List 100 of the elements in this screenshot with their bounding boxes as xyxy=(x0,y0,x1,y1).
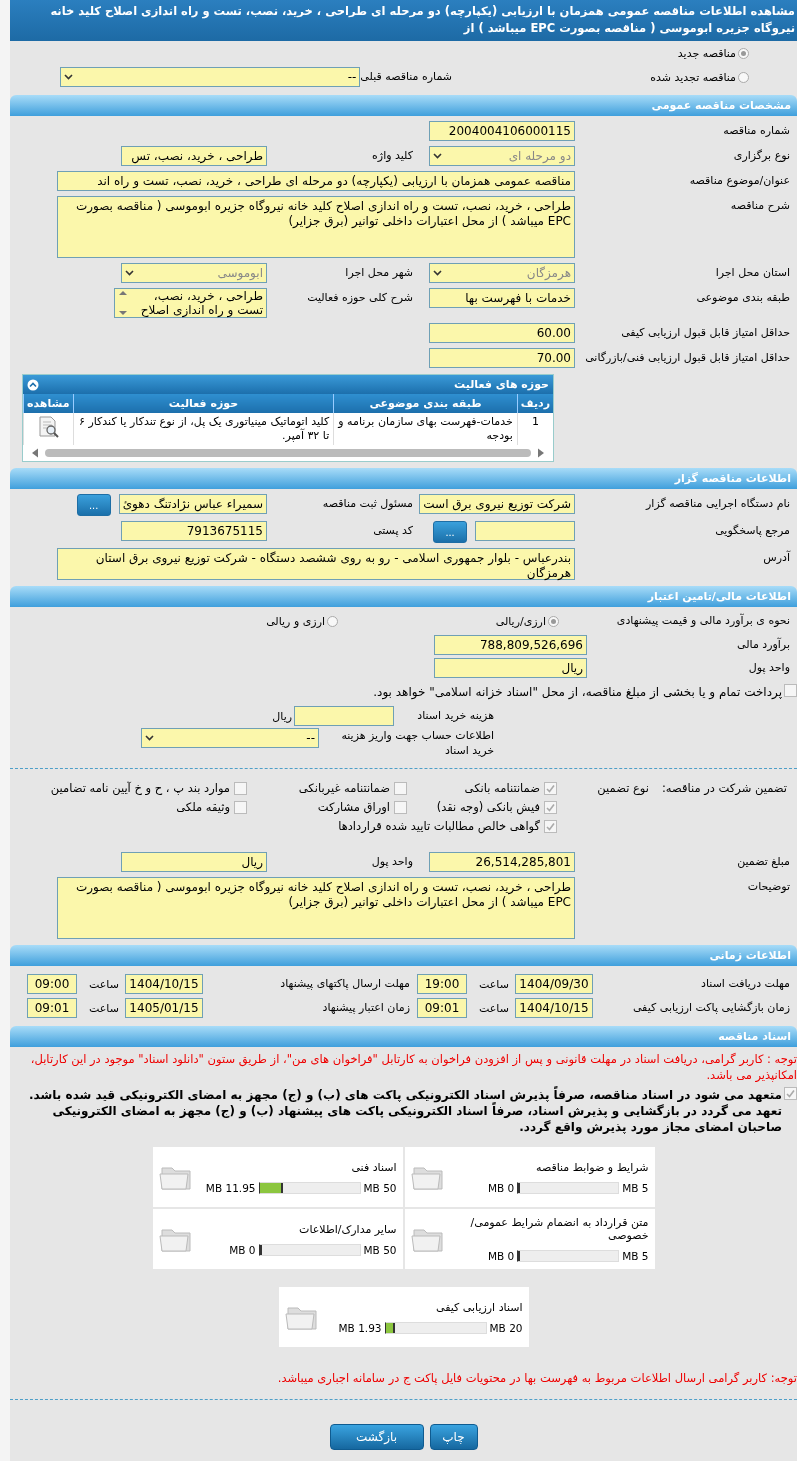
file-name: متن قرارداد به انضمام شرایط عمومی/خصوصی xyxy=(469,1216,649,1242)
radio-label: مناقصه جدید xyxy=(677,46,736,60)
field-label: اطلاعات حساب جهت واریز هزینه خرید اسناد xyxy=(340,728,495,758)
checkbox[interactable] xyxy=(544,781,557,795)
browse-button[interactable]: ... xyxy=(76,494,111,516)
action-button[interactable]: بازگشت xyxy=(329,1424,424,1450)
field-label: شرح کلی حوزه فعالیت xyxy=(306,290,414,306)
text-field[interactable]: 7913675115 xyxy=(121,521,267,541)
unit-label: ریال xyxy=(272,709,293,723)
text-field[interactable]: 2004004106000115 xyxy=(429,121,575,141)
panel-title: حوزه های فعالیت xyxy=(454,378,549,391)
field-label: عنوان/موضوع مناقصه xyxy=(688,173,791,189)
text-field[interactable]: طراحی ، خرید، نصب، تس xyxy=(121,146,267,166)
text-field[interactable] xyxy=(475,521,575,541)
section-header: مشخصات مناقصه عمومی xyxy=(10,95,797,116)
checkbox[interactable] xyxy=(234,800,247,814)
file-size-limit: 50 MB xyxy=(363,1181,397,1194)
field-label: کلید واژه xyxy=(371,148,414,164)
listbox-field[interactable]: طراحی ، خرید، نصب، تست و راه اندازی اصلاح xyxy=(114,288,267,318)
field-label: مسئول ثبت مناقصه xyxy=(321,496,414,512)
field-label: تضمین شرکت در مناقصه: xyxy=(660,781,787,795)
field-label: شماره مناقصه xyxy=(722,123,791,139)
chevron-down-icon xyxy=(145,735,154,741)
checkbox[interactable] xyxy=(784,1087,797,1100)
collapse-icon xyxy=(27,378,39,391)
text-field[interactable]: خدمات با فهرست بها xyxy=(429,288,575,308)
file-size-limit: 20 MB xyxy=(489,1321,523,1334)
field-label: شماره مناقصه قبلی xyxy=(360,69,453,85)
checkbox-label: ضمانتنامه غیربانکی xyxy=(298,781,390,795)
table-cell: کلید اتوماتیک مینیاتوری یک پل، از نوع تندکار یا کندکار ۶ تا ۳۲ آمپر. xyxy=(73,413,334,445)
time-field[interactable]: 19:00 xyxy=(417,974,467,994)
text-field[interactable]: 70.00 xyxy=(429,348,575,368)
field-label: مرجع پاسخگویی xyxy=(714,523,791,539)
field-label: نحوه ی برآورد مالی و قیمت پیشنهادی xyxy=(615,612,791,629)
column-header: طبقه بندی موضوعی xyxy=(333,394,518,413)
checkbox-label: پرداخت تمام و یا بخشی از مبلغ مناقصه، از محل "اسناد خزانه اسلامی" خواهد بود. xyxy=(373,684,782,700)
radio-label: ارزی/ریالی xyxy=(495,614,546,628)
text-field[interactable]: 60.00 xyxy=(429,323,575,343)
field-label: زمان اعتبار پیشنهاد xyxy=(321,1000,411,1016)
date-field[interactable]: 1404/10/15 xyxy=(124,974,203,994)
checkbox[interactable] xyxy=(784,684,797,697)
commitment-text: متعهد می شود در اسناد مناقصه، صرفاً پذیرش اسناد الکترونیکی پاکت های (ب) و (ج) مجهز به امضای الکترونیکی قید شده باشد. تعهد می گردد در بازگشایی و پذیرش اسناد، صرفاً اسناد الکترونیکی پاکت های پیشنهاد (ب) و (ج) مجهز به امضای الکترونیکی صاحبان امضای مجاز مورد پذیرش واقع گردد. xyxy=(28,1087,782,1135)
radio-button[interactable] xyxy=(548,615,559,627)
field-label: شرح مناقصه xyxy=(729,198,791,214)
text-field[interactable]: مناقصه عمومی همزمان با ارزیابی (یکپارچه) دو مرحله ای طراحی ، خرید، نصب، تست و راه اند xyxy=(57,171,575,191)
time-field[interactable]: 09:01 xyxy=(27,998,77,1018)
checkbox-label: فیش بانکی (وجه نقد) xyxy=(436,800,540,814)
date-field[interactable]: 1405/01/15 xyxy=(124,998,203,1018)
text-field[interactable]: 26,514,285,801 xyxy=(429,852,575,872)
checkbox[interactable] xyxy=(544,800,557,814)
radio-button[interactable] xyxy=(327,615,338,627)
radio-button[interactable] xyxy=(738,71,749,83)
checkbox-label: ضمانتنامه بانکی xyxy=(464,781,540,795)
file-size-limit: 5 MB xyxy=(622,1181,649,1194)
textarea-field[interactable]: طراحی ، خرید، نصب، تست و راه اندازی اصلاح کلید خانه نیروگاه جزیره ابوموسی ( مناقصه بصورت EPC میباشد ) از محل اعتبارات داخلی توانیر (برق جزایر) xyxy=(57,877,575,939)
chevron-down-icon xyxy=(125,270,134,276)
date-field[interactable]: 1404/09/30 xyxy=(514,974,593,994)
chevron-down-icon xyxy=(433,153,442,159)
column-header: ردیف xyxy=(517,394,553,413)
field-label: برآورد مالی xyxy=(736,636,791,653)
file-size-used: 1.93 MB xyxy=(338,1321,382,1334)
field-label: هزینه خرید اسناد xyxy=(416,708,495,724)
action-button[interactable]: چاپ xyxy=(429,1424,478,1450)
select-field[interactable]: -- xyxy=(60,67,361,87)
checkbox-label: اوراق مشارکت xyxy=(317,800,390,814)
field-label: حداقل امتیاز قابل قبول ارزیابی کیفی xyxy=(620,325,791,341)
field-label: کد پستی xyxy=(372,523,414,539)
textarea-field[interactable]: طراحی ، خرید، نصب، تست و راه اندازی اصلاح کلید خانه نیروگاه جزیره ابوموسی ( مناقصه بصورت EPC میباشد ) از محل اعتبارات داخلی توانیر (برق جزایر) xyxy=(57,196,575,258)
field-label: توضیحات xyxy=(746,879,791,895)
date-field[interactable]: 1404/10/15 xyxy=(514,998,593,1018)
section-header: اسناد مناقصه xyxy=(10,1026,797,1047)
scroll-arrows-icon xyxy=(118,289,128,317)
text-field[interactable]: شرکت توزیع نیروی برق است xyxy=(419,494,575,514)
text-field[interactable]: سمیراء عباس نژادتنگ دهوئ xyxy=(118,494,267,514)
field-label: نوع برگزاری xyxy=(732,148,791,164)
browse-button[interactable]: ... xyxy=(433,521,467,543)
file-name: سایر مدارک/اطلاعات xyxy=(298,1222,397,1236)
field-label: ساعت xyxy=(478,977,510,991)
time-field[interactable]: 09:01 xyxy=(417,998,467,1018)
radio-button[interactable] xyxy=(738,47,749,59)
text-field[interactable]: ریال xyxy=(434,658,587,678)
field-label: ساعت xyxy=(88,977,120,991)
text-field[interactable] xyxy=(294,706,394,726)
checkbox[interactable] xyxy=(234,781,247,795)
text-field[interactable]: ریال xyxy=(121,852,267,872)
field-label: حداقل امتیاز قابل قبول ارزیابی فنی/بازرگانی xyxy=(584,350,791,366)
checkbox[interactable] xyxy=(394,800,407,814)
checkbox[interactable] xyxy=(394,781,407,795)
checkbox[interactable] xyxy=(544,819,557,833)
notice-text: توجه : کاربر گرامی، دریافت اسناد در مهلت قانونی و پس از افزودن فراخوان به کارتابل "فراخوان های من"، از طریق ستون "دانلود اسناد" موجود در این کارتابل، امکانپذیر می باشد. xyxy=(29,1051,797,1083)
file-size-used: 11.95 MB xyxy=(205,1181,256,1194)
table-cell: خدمات-فهرست بهای سازمان برنامه و بودجه xyxy=(333,413,518,445)
field-label: مبلغ تضمین xyxy=(736,854,791,870)
textarea-field[interactable]: بندرعباس - بلوار جمهوری اسلامی - رو به روی ششصد دستگاه - شرکت توزیع نیروی برق استان هرمزگان xyxy=(57,548,575,580)
select-field[interactable]: -- xyxy=(141,728,319,748)
time-field[interactable]: 09:00 xyxy=(27,974,77,994)
text-field[interactable]: 788,809,526,696 xyxy=(434,635,587,655)
file-name: شرایط و ضوابط مناقصه xyxy=(535,1160,649,1174)
column-header: مشاهده xyxy=(23,394,74,413)
file-size-used: 0 MB xyxy=(487,1181,515,1194)
